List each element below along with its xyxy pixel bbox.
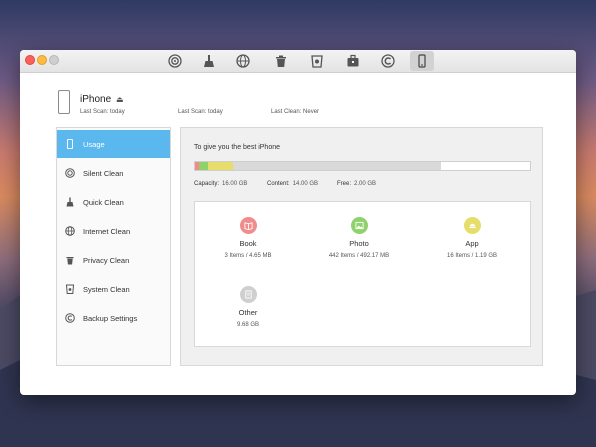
sidebar-item-label: Usage bbox=[83, 139, 105, 149]
toolbar-silent-clean-button[interactable] bbox=[163, 51, 187, 71]
category-detail: 16 Items / 1.19 GB bbox=[446, 253, 498, 259]
category-detail: 442 Items / 492.17 MB bbox=[328, 253, 390, 259]
category-other[interactable]: Other 9.68 GB bbox=[203, 286, 293, 328]
phone-icon bbox=[67, 139, 73, 149]
broom-icon bbox=[66, 197, 74, 207]
silent-clean-icon bbox=[168, 54, 182, 68]
toolbar-quick-clean-button[interactable] bbox=[197, 51, 221, 71]
sidebar-item-label: System Clean bbox=[83, 284, 130, 294]
category-name: Photo bbox=[349, 239, 369, 248]
toolbox-icon bbox=[347, 54, 359, 67]
toolbar-usage-button[interactable] bbox=[410, 51, 434, 71]
last-clean-label: Last Clean: Never bbox=[271, 109, 320, 115]
minimize-window-button[interactable] bbox=[37, 55, 47, 65]
toolbar-backup-settings-button[interactable] bbox=[376, 51, 400, 71]
book-icon bbox=[239, 217, 257, 234]
toolbar-toolbox-button[interactable] bbox=[341, 51, 365, 71]
sidebar-item-privacy-clean[interactable]: Privacy Clean bbox=[57, 246, 170, 274]
iphone-device-icon bbox=[58, 90, 70, 114]
toolbar-internet-clean-button[interactable] bbox=[231, 51, 255, 71]
toolbar-privacy-clean-button[interactable] bbox=[269, 51, 293, 71]
sidebar-item-quick-clean[interactable]: Quick Clean bbox=[57, 188, 170, 216]
storage-segment-photo bbox=[199, 162, 208, 170]
globe-icon bbox=[65, 226, 75, 236]
sidebar-item-system-clean[interactable]: System Clean bbox=[57, 275, 170, 303]
sidebar-item-silent-clean[interactable]: Silent Clean bbox=[57, 159, 170, 187]
title-bar bbox=[20, 50, 576, 73]
trash-icon bbox=[66, 257, 74, 265]
backup-settings-icon bbox=[381, 54, 395, 68]
bucket-icon bbox=[65, 284, 75, 294]
sidebar-item-usage[interactable]: Usage bbox=[57, 130, 170, 158]
sidebar: Usage Silent Clean Quick Clean Internet … bbox=[56, 127, 171, 366]
sidebar-item-label: Quick Clean bbox=[83, 197, 124, 207]
broom-icon bbox=[204, 55, 214, 67]
content-stat: Content: 14.00 GB bbox=[267, 181, 318, 187]
usage-panel: To give you the best iPhone Capacity: 16.… bbox=[180, 127, 543, 366]
category-photo[interactable]: Photo 442 Items / 492.17 MB bbox=[314, 217, 404, 259]
capacity-value: 16.00 GB bbox=[222, 181, 248, 187]
free-stat: Free: 2.00 GB bbox=[337, 181, 376, 187]
capacity-label: Capacity: bbox=[194, 181, 220, 187]
last-scan-label-2: Last Scan: today bbox=[178, 109, 223, 115]
sidebar-item-label: Silent Clean bbox=[83, 168, 124, 178]
category-detail: 9.68 GB bbox=[236, 322, 259, 328]
free-label: Free: bbox=[337, 181, 352, 187]
category-book[interactable]: Book 3 Items / 4.65 MB bbox=[203, 217, 293, 259]
bucket-icon bbox=[311, 55, 323, 68]
category-name: Other bbox=[238, 308, 258, 317]
content-value: 14.00 GB bbox=[292, 181, 319, 187]
sidebar-item-internet-clean[interactable]: Internet Clean bbox=[57, 217, 170, 245]
other-icon bbox=[239, 286, 257, 303]
storage-bar bbox=[194, 161, 531, 171]
close-window-button[interactable] bbox=[25, 55, 35, 65]
backup-icon bbox=[65, 313, 75, 323]
free-value: 2.00 GB bbox=[354, 181, 377, 187]
silent-clean-icon bbox=[65, 168, 75, 178]
category-detail: 3 Items / 4.65 MB bbox=[224, 253, 272, 259]
app-window: iPhone ⏏ Last Scan: today Last Scan: tod… bbox=[20, 50, 576, 395]
sidebar-item-label: Backup Settings bbox=[83, 313, 138, 323]
trash-icon bbox=[276, 55, 286, 67]
sidebar-item-label: Privacy Clean bbox=[83, 255, 130, 265]
category-app[interactable]: App 16 Items / 1.19 GB bbox=[427, 217, 517, 259]
zoom-window-button[interactable] bbox=[49, 55, 59, 65]
storage-segment-app bbox=[208, 162, 233, 170]
sidebar-item-label: Internet Clean bbox=[83, 226, 131, 236]
last-scan-label: Last Scan: today bbox=[80, 109, 125, 115]
usage-phone-icon bbox=[418, 54, 426, 68]
device-name: iPhone bbox=[80, 94, 112, 105]
sidebar-item-backup-settings[interactable]: Backup Settings bbox=[57, 304, 170, 332]
photo-icon bbox=[350, 217, 368, 234]
content-label: Content: bbox=[267, 181, 290, 187]
category-grid: Book 3 Items / 4.65 MB Photo 442 Items /… bbox=[194, 201, 531, 347]
globe-icon bbox=[236, 54, 250, 68]
toolbar-system-clean-button[interactable] bbox=[305, 51, 329, 71]
app-icon bbox=[463, 217, 481, 234]
eject-icon[interactable]: ⏏ bbox=[116, 95, 124, 104]
storage-segment-other bbox=[233, 162, 441, 170]
category-name: Book bbox=[239, 239, 257, 248]
usage-hint: To give you the best iPhone bbox=[194, 144, 281, 151]
capacity-stat: Capacity: 16.00 GB bbox=[194, 181, 247, 187]
category-name: App bbox=[465, 239, 479, 248]
